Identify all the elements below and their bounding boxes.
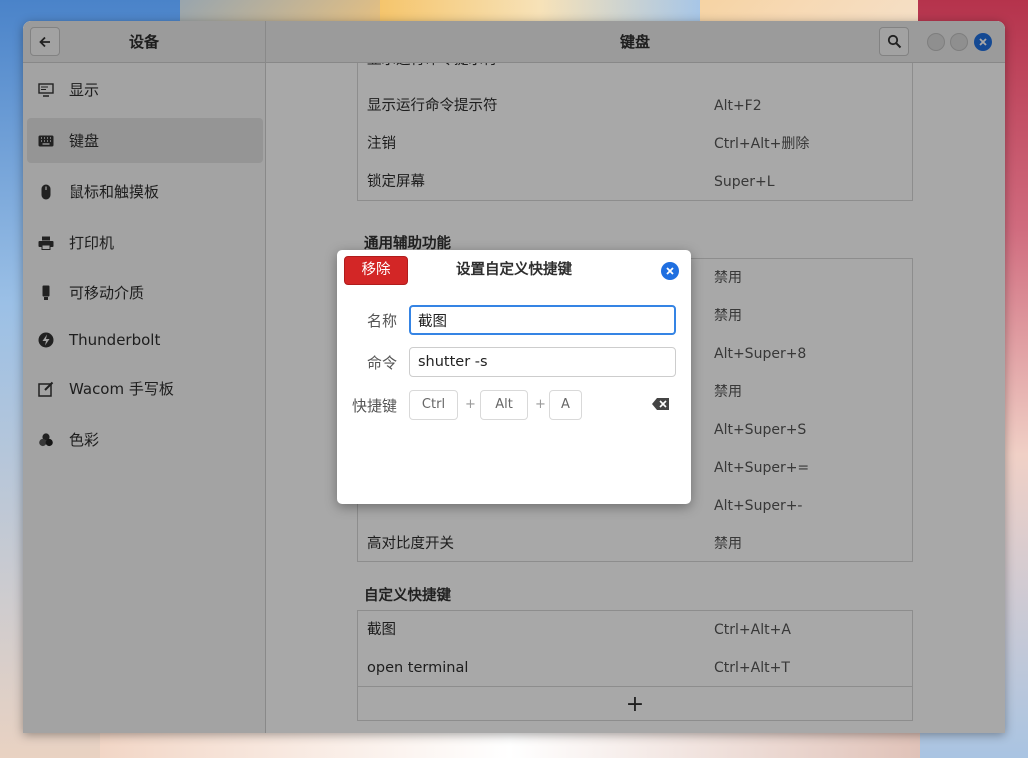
remove-button[interactable]: 移除 <box>344 256 408 285</box>
shortcut-label: 快捷键 <box>351 397 397 415</box>
dialog-title: 设置自定义快捷键 <box>456 262 572 278</box>
settings-window: 设备 键盘 显示 键盘 鼠标和触摸板 打印机 可移动介质 Thunderbolt… <box>23 21 1005 733</box>
command-field[interactable] <box>409 347 676 377</box>
command-label: 命令 <box>366 354 397 372</box>
key-separator: + <box>465 397 476 412</box>
key-a[interactable]: A <box>549 390 582 420</box>
name-label: 名称 <box>366 312 397 330</box>
key-ctrl[interactable]: Ctrl <box>409 390 458 420</box>
custom-shortcut-dialog: 移除 设置自定义快捷键 名称 命令 快捷键 Ctrl + Alt + A <box>337 250 691 504</box>
close-icon <box>666 267 674 275</box>
key-separator: + <box>535 397 546 412</box>
name-field[interactable] <box>409 305 676 335</box>
dialog-close-button[interactable] <box>661 262 679 280</box>
backspace-icon[interactable] <box>651 396 671 412</box>
key-alt[interactable]: Alt <box>480 390 528 420</box>
